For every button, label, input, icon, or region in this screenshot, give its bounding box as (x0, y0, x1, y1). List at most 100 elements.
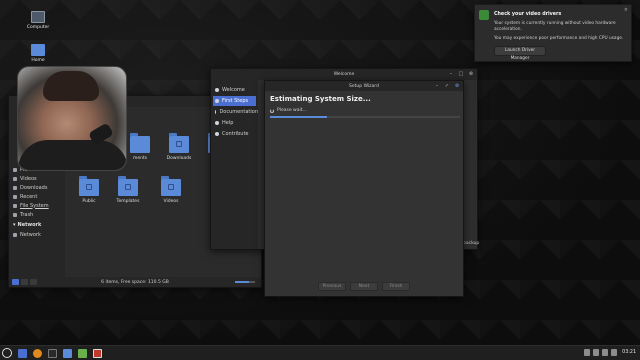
window-controls: – □ ⊗ (448, 71, 474, 77)
notification-body-secondary: You may experience poor performance and … (494, 36, 624, 41)
welcome-peek-text: backup (463, 241, 480, 246)
nav-item-label: Welcome (222, 87, 245, 93)
pictures-icon (13, 167, 17, 172)
status-text: 6 items, Free space: 110.5 GB (101, 279, 169, 285)
minimize-icon[interactable]: – (448, 71, 454, 77)
volume-icon[interactable] (611, 349, 618, 356)
clock[interactable]: 03:21 (622, 350, 636, 355)
menu-icon[interactable] (2, 348, 12, 358)
wizard-status: Please wait... (270, 108, 307, 113)
trash-icon (13, 212, 17, 217)
sidebar-section-network: ▾ Network (13, 222, 61, 228)
folder-label: Public (82, 199, 96, 204)
desktop-icon-computer[interactable]: Computer (18, 11, 58, 30)
home-folder-icon (31, 44, 45, 56)
webcam-hair (43, 71, 99, 101)
shield-icon[interactable] (584, 349, 591, 356)
nav-item-label: Help (222, 120, 234, 126)
update-icon[interactable] (593, 349, 600, 356)
folder-icon (161, 176, 181, 196)
sidebar-item-filesystem[interactable]: File System (13, 201, 61, 210)
folder-icon (130, 133, 150, 153)
folder-item-downloads[interactable]: Downloads (162, 133, 196, 161)
wizard-button-row: Previous Next Finish (318, 282, 410, 291)
folder-icon (118, 176, 138, 196)
webcam-overlay (17, 66, 127, 171)
folder-item-videos[interactable]: Videos (154, 176, 188, 204)
setup-wizard-window: Setup Wizard – ✓ ⊗ Estimating System Siz… (264, 80, 464, 297)
welcome-sidebar: Welcome First Steps Documentation Help C… (211, 80, 258, 249)
sidebar-item-trash[interactable]: Trash (13, 210, 61, 219)
nav-item-label: Documentation (219, 109, 258, 115)
folder-item-templates[interactable]: Templates (111, 176, 145, 204)
nav-item-label: First Steps (222, 98, 249, 104)
spinner-icon (270, 108, 274, 113)
nav-item-help[interactable]: Help (211, 118, 258, 128)
show-desktop-icon[interactable] (18, 349, 27, 358)
welcome-titlebar[interactable]: Welcome – □ ⊗ (211, 69, 477, 80)
places-toggle-button[interactable] (12, 279, 19, 285)
sidebar-item-label: Trash (20, 211, 34, 218)
welcome-app-icon[interactable] (78, 349, 87, 358)
maximize-icon[interactable]: ✓ (444, 83, 450, 89)
zoom-slider[interactable] (235, 281, 255, 283)
firefox-icon[interactable] (33, 349, 42, 358)
launch-driver-manager-button[interactable]: Launch Driver Manager (494, 46, 546, 61)
section-label: Network (17, 222, 42, 228)
folder-label: Templates (116, 199, 140, 204)
sidebar-item-downloads[interactable]: Downloads (13, 183, 61, 192)
home-icon (215, 88, 219, 92)
sidebar-item-videos[interactable]: Videos (13, 174, 61, 183)
next-button[interactable]: Next (350, 282, 378, 291)
folder-item-public[interactable]: Public (72, 176, 106, 204)
desktop-icon-home[interactable]: Home (18, 44, 58, 63)
wizard-titlebar[interactable]: Setup Wizard – ✓ ⊗ (265, 81, 463, 91)
notification-title: Check your video drivers (494, 12, 562, 17)
book-icon (215, 110, 217, 114)
maximize-icon[interactable]: □ (458, 71, 464, 77)
computer-icon (31, 11, 45, 23)
system-tray: 03:21 (584, 349, 636, 356)
notification-body: Your system is currently running without… (494, 21, 616, 32)
folder-label: ments (132, 156, 148, 161)
network-icon (13, 232, 17, 237)
recorder-icon[interactable] (93, 349, 102, 358)
nav-item-label: Contribute (222, 131, 249, 137)
window-title: Welcome (333, 72, 355, 77)
finish-button[interactable]: Finish (382, 282, 410, 291)
help-icon (215, 121, 219, 125)
hide-sidebar-button[interactable] (30, 279, 37, 285)
file-manager-statusbar: 6 items, Free space: 110.5 GB (9, 277, 261, 287)
folder-label: Videos (163, 199, 179, 204)
tree-toggle-button[interactable] (21, 279, 28, 285)
nav-item-documentation[interactable]: Documentation (211, 107, 258, 117)
terminal-icon[interactable] (48, 349, 57, 358)
sidebar-item-label: Videos (20, 175, 37, 182)
nav-item-contribute[interactable]: Contribute (211, 129, 258, 139)
previous-button[interactable]: Previous (318, 282, 346, 291)
folder-item[interactable]: ments (123, 133, 157, 161)
window-title: Setup Wizard (349, 83, 379, 89)
nav-item-welcome[interactable]: Welcome (211, 85, 258, 95)
window-controls: – ✓ ⊗ (434, 83, 460, 89)
minimize-icon[interactable]: – (434, 83, 440, 89)
desktop-icon-label: Home (31, 58, 45, 63)
notification-popup: Check your video drivers Your system is … (474, 4, 632, 62)
network-tray-icon[interactable] (602, 349, 609, 356)
folder-icon (79, 176, 99, 196)
wizard-heading: Estimating System Size... (270, 95, 371, 103)
close-icon[interactable]: ⊗ (454, 83, 460, 89)
sidebar-item-label: Recent (20, 193, 38, 200)
sidebar-item-label: Downloads (20, 184, 48, 191)
files-icon[interactable] (63, 349, 72, 358)
nav-item-first-steps[interactable]: First Steps (213, 96, 256, 106)
close-icon[interactable]: ⊗ (468, 71, 474, 77)
sidebar-item-recent[interactable]: Recent (13, 192, 61, 201)
folder-icon (169, 133, 189, 153)
view-toggle-group (12, 279, 37, 285)
close-icon[interactable]: × (624, 7, 628, 13)
sidebar-item-network[interactable]: Network (13, 230, 61, 239)
taskbar: 03:21 (0, 345, 640, 360)
desktop-icon-label: Computer (26, 25, 50, 30)
wizard-progress-bar (270, 116, 460, 118)
